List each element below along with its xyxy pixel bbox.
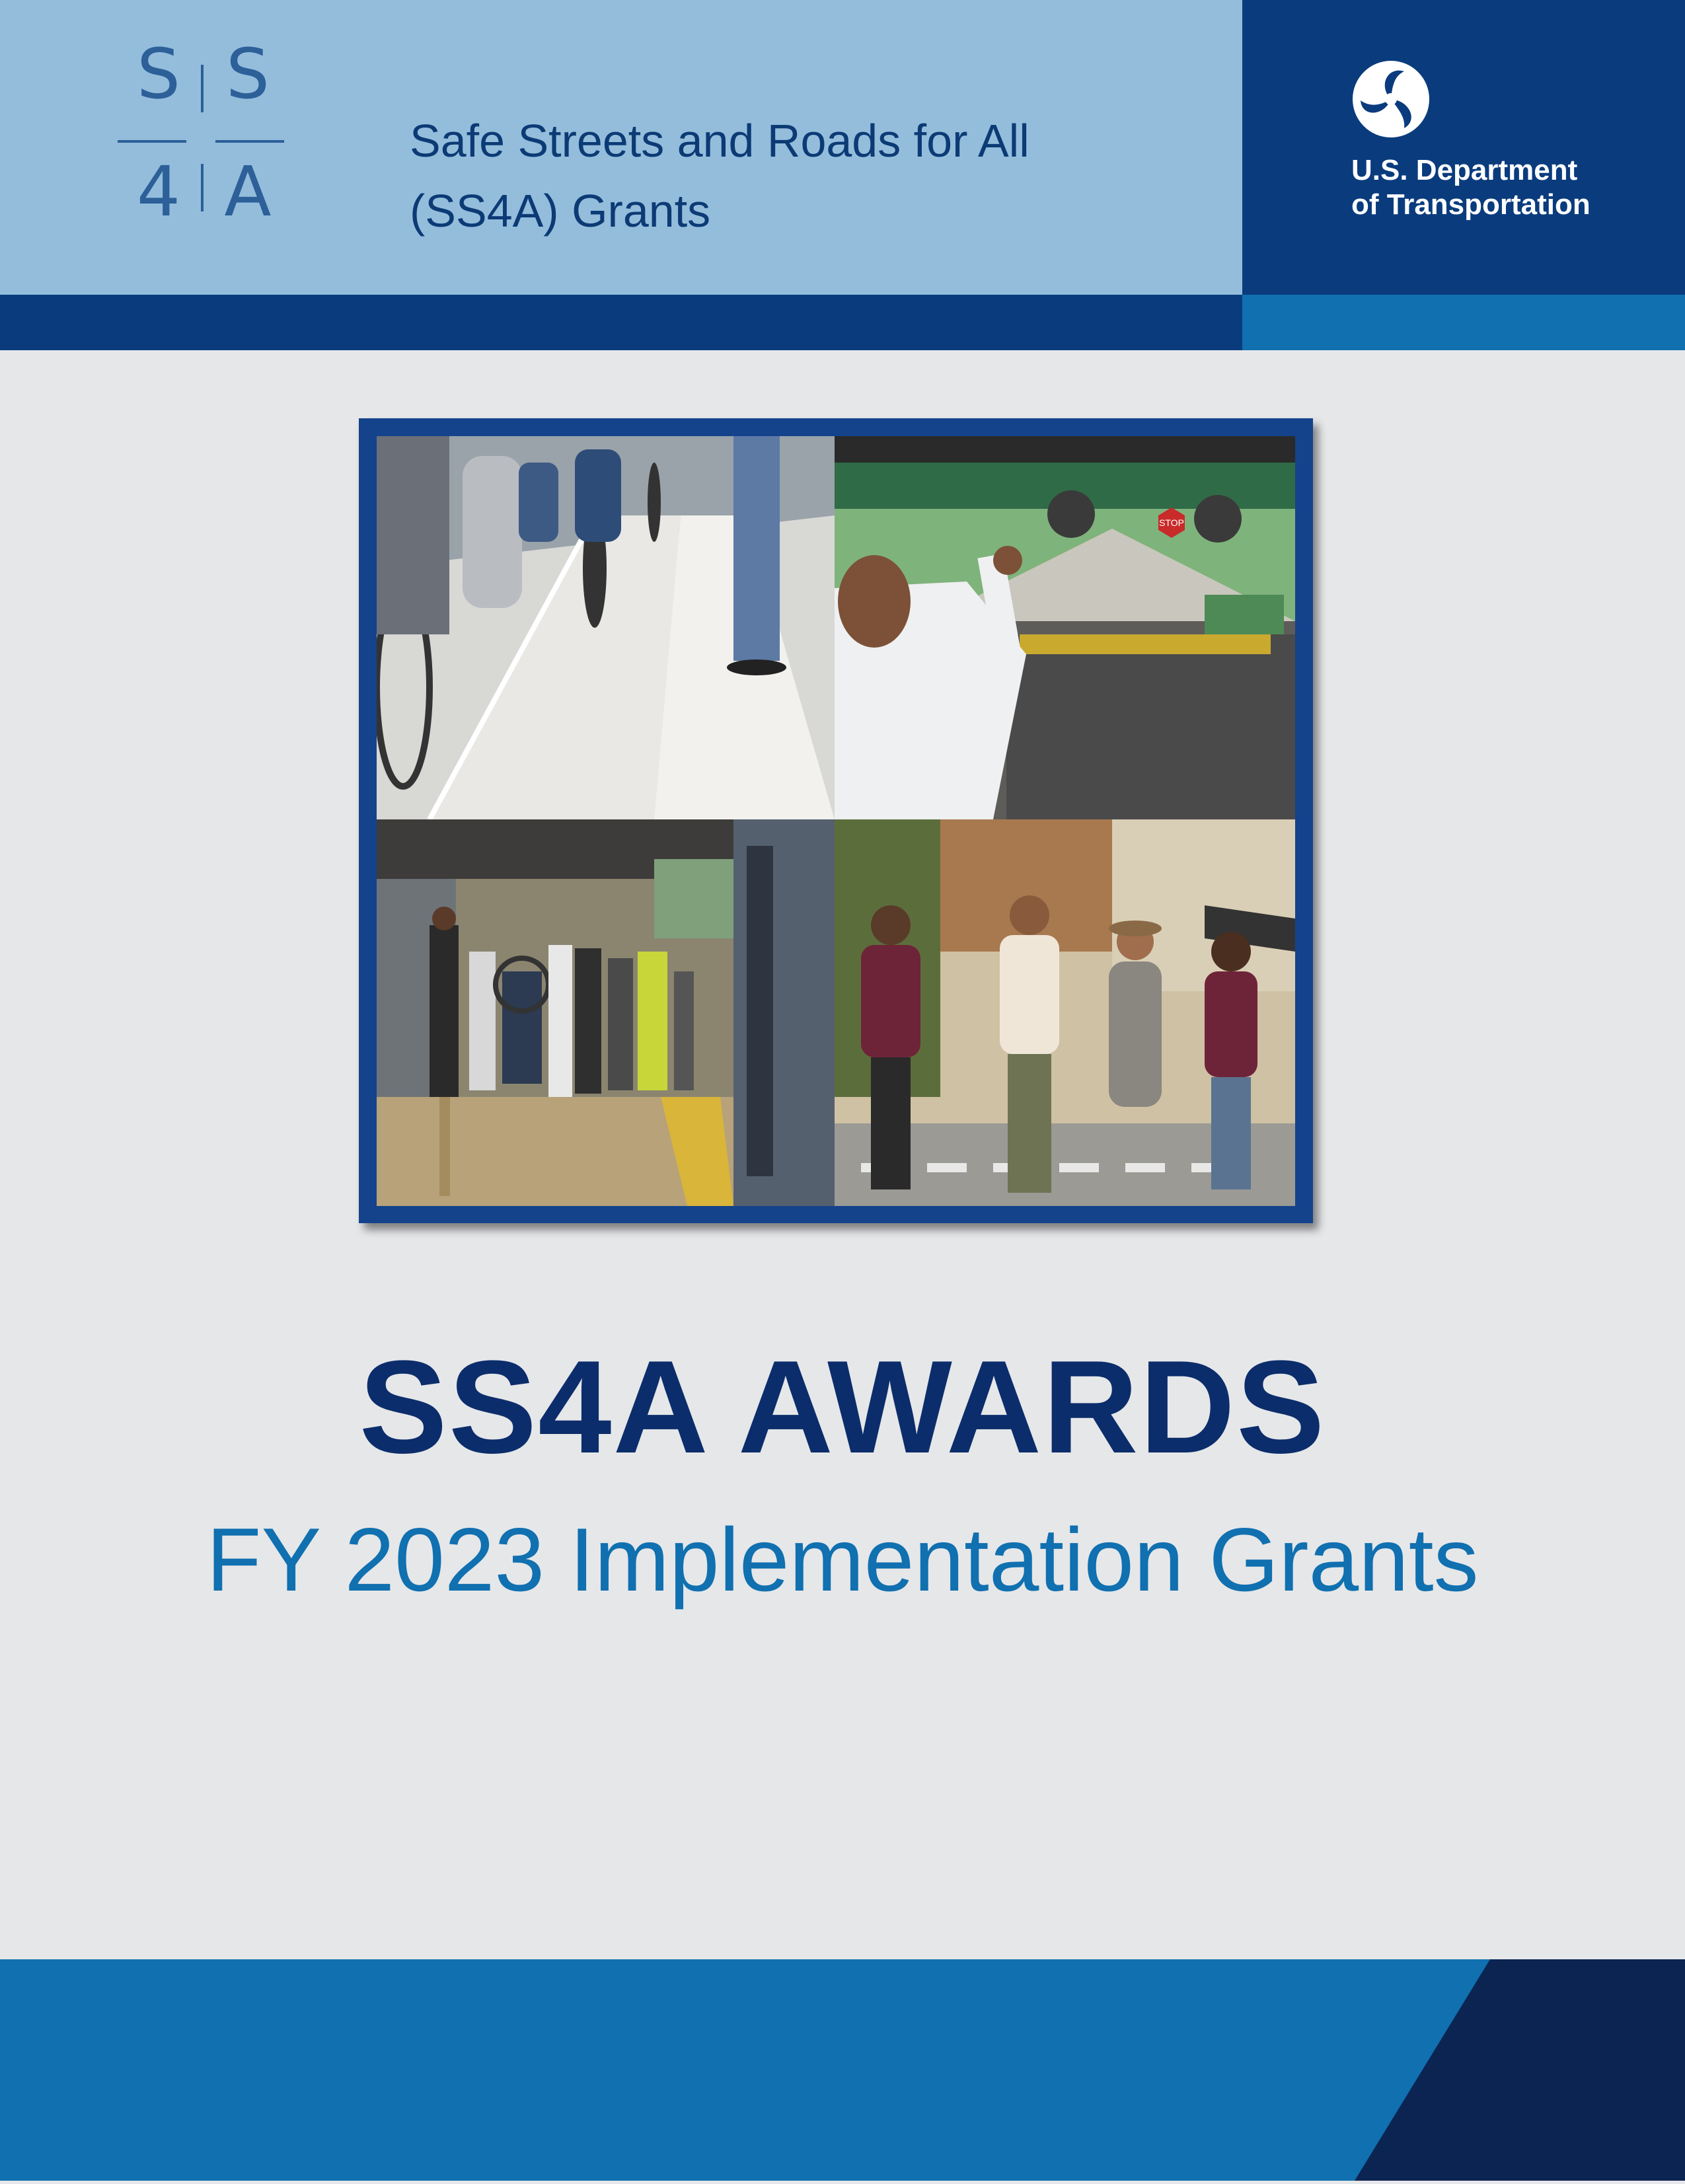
- header-stripe-dark: [0, 295, 1242, 350]
- agency-name: U.S. Department of Transportation: [1351, 153, 1655, 222]
- footer-band: [0, 1959, 1685, 2181]
- logo-divider-top: [201, 65, 204, 112]
- program-title: Safe Streets and Roads for All (SS4A) Gr…: [410, 106, 1203, 246]
- agency-panel: [1242, 0, 1685, 295]
- logo-letter-s2: S: [225, 34, 270, 114]
- logo-divider-right: [215, 140, 284, 143]
- photo-bus-driver: STOP: [835, 436, 1295, 819]
- stop-sign-text: STOP: [1159, 517, 1184, 528]
- photo-bike-lane: [377, 436, 835, 819]
- document-subtitle: FY 2023 Implementation Grants: [206, 1509, 1479, 1610]
- header-stripe-blue: [1242, 295, 1685, 350]
- logo-letter-4: 4: [136, 151, 181, 232]
- photo-collage: STOP: [359, 418, 1313, 1223]
- photo-transit-platform: [377, 819, 835, 1206]
- photo-pedestrians: [835, 819, 1295, 1206]
- ss4a-logo: S S 4 A: [112, 40, 291, 251]
- logo-letter-s1: S: [136, 34, 180, 114]
- logo-divider-left: [118, 140, 186, 143]
- logo-letter-a: A: [224, 151, 272, 232]
- agency-name-line1: U.S. Department: [1351, 154, 1578, 186]
- logo-divider-bottom: [201, 164, 204, 211]
- dot-triskelion-icon: [1351, 59, 1431, 139]
- agency-name-line2: of Transportation: [1351, 188, 1591, 221]
- document-title: SS4A AWARDS: [359, 1334, 1326, 1481]
- program-title-line1: Safe Streets and Roads for All: [410, 115, 1030, 167]
- program-title-line2: (SS4A) Grants: [410, 185, 711, 237]
